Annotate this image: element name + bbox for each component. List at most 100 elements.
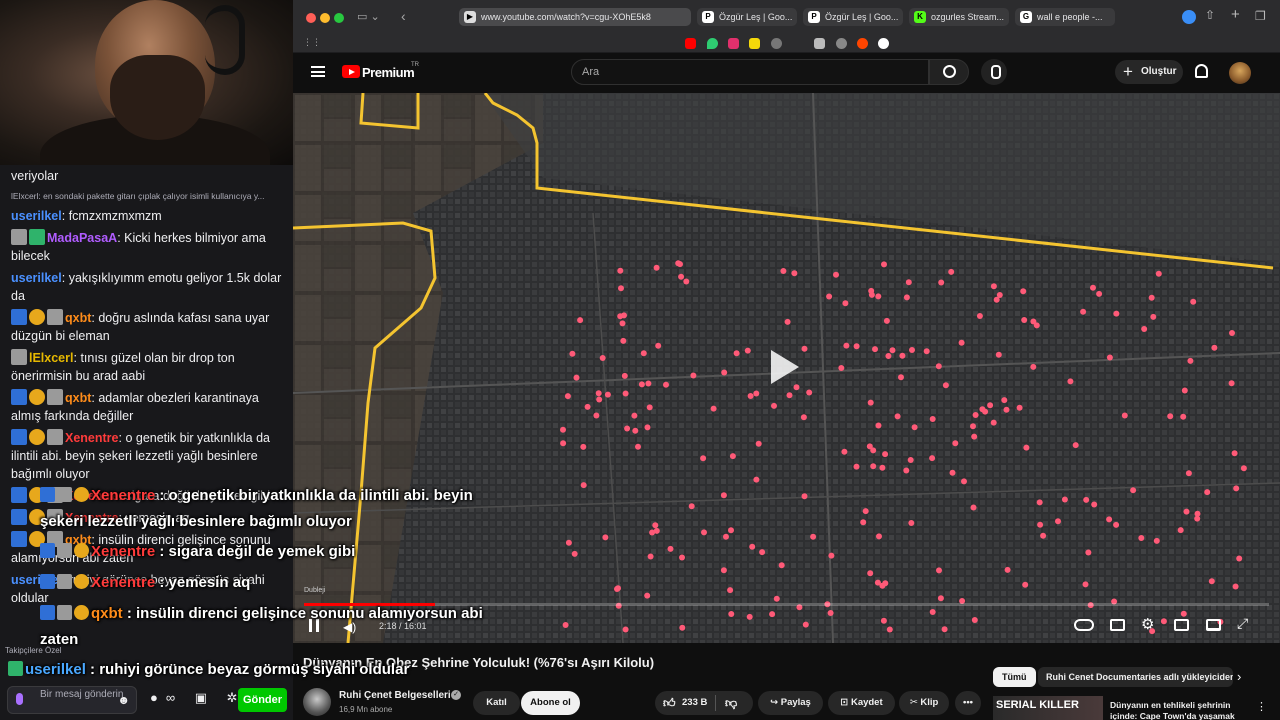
menu-icon[interactable] <box>311 66 325 77</box>
cast-icon[interactable] <box>1206 619 1221 631</box>
like-icon[interactable]: 👍︎ <box>663 691 676 715</box>
map-pin-marker <box>584 403 591 410</box>
chat-username[interactable]: userilkel <box>11 209 62 223</box>
map-pin-marker <box>894 413 901 420</box>
instagram-fav-icon[interactable] <box>728 38 739 49</box>
map-pin-marker <box>929 609 936 615</box>
chat-username[interactable]: qxbt <box>65 311 91 325</box>
close-window-button[interactable] <box>306 13 316 23</box>
play-icon[interactable] <box>744 338 820 396</box>
like-dislike-group[interactable]: 👍︎ 233 B 👎︎ <box>655 691 753 715</box>
tab-2[interactable]: P Özgür Leş | Goo... <box>803 8 903 26</box>
blue-badge-icon[interactable] <box>11 531 27 547</box>
chat-username[interactable]: qxbt <box>65 391 91 405</box>
map-pin-marker <box>870 463 877 470</box>
youtube-fav-icon[interactable] <box>685 38 696 49</box>
grid-icon[interactable]: ⋮⋮ <box>303 37 321 48</box>
chip-all[interactable]: Tümü <box>993 667 1036 687</box>
recommended-thumbnail[interactable]: SERIAL KILLER <box>993 696 1103 720</box>
gray-badge-icon[interactable] <box>47 389 63 405</box>
blue-badge-icon[interactable] <box>11 389 27 405</box>
clip-button[interactable]: ✂ Klip <box>899 691 949 715</box>
chevron-right-icon[interactable]: › <box>1237 669 1241 684</box>
gold-badge-icon[interactable] <box>29 309 45 325</box>
green-badge-icon[interactable] <box>29 229 45 245</box>
reddit-fav-icon[interactable] <box>857 38 868 49</box>
share-icon[interactable]: ⇧ <box>1205 8 1215 22</box>
chat-username[interactable]: Xenentre <box>65 431 119 445</box>
tab-4[interactable]: G wall e people -... <box>1015 8 1115 26</box>
blue-badge-icon[interactable] <box>11 429 27 445</box>
globe2-fav-icon[interactable] <box>836 38 847 49</box>
more-vert-icon[interactable]: ⋮ <box>1256 700 1267 713</box>
chip-uploader[interactable]: Ruhi Cenet Documentaries adlı yükleyicid… <box>1038 667 1233 687</box>
save-button[interactable]: ⊡ Kaydet <box>828 691 895 715</box>
soccer-fav-icon[interactable] <box>878 38 889 49</box>
send-button[interactable]: Gönder <box>238 688 287 712</box>
dislike-icon[interactable]: 👎︎ <box>725 691 737 715</box>
share-label: Paylaş <box>780 697 811 708</box>
map-pin-marker <box>1055 518 1061 525</box>
join-button[interactable]: Katıl <box>473 691 520 715</box>
gold-badge-icon <box>74 487 89 502</box>
blue-badge-icon <box>40 487 55 502</box>
voice-search-button[interactable] <box>981 59 1007 85</box>
create-button[interactable]: + Oluştur <box>1115 60 1183 84</box>
sidebar-icon[interactable]: ▭ ⌄ <box>357 10 380 23</box>
search-button[interactable] <box>929 59 969 85</box>
subscribe-button[interactable]: Abone ol <box>521 691 580 715</box>
minimize-window-button[interactable] <box>320 13 330 23</box>
back-icon[interactable]: ‹ <box>401 8 406 24</box>
map-pin-marker <box>604 391 611 398</box>
gray-badge-icon[interactable] <box>11 229 27 245</box>
gray-badge-icon[interactable] <box>47 309 63 325</box>
gray-badge-icon[interactable] <box>11 349 27 365</box>
subtitles-icon[interactable] <box>1110 619 1125 631</box>
youtube-logo-icon[interactable] <box>342 65 360 78</box>
fullscreen-icon[interactable]: ⤢ <box>1237 615 1248 632</box>
map-pin-marker <box>1183 508 1190 515</box>
gold-badge-icon[interactable] <box>29 429 45 445</box>
chat-input[interactable]: Bir mesaj gönderin ☻ <box>7 686 137 714</box>
share-button[interactable]: ↪ Paylaş <box>758 691 823 715</box>
chat-username[interactable]: MadaPasaA <box>47 231 117 245</box>
gray-badge-icon[interactable] <box>47 429 63 445</box>
globe-fav-icon[interactable] <box>771 38 782 49</box>
autoplay-toggle-icon[interactable] <box>1074 619 1094 631</box>
map-pin-marker <box>1138 535 1145 541</box>
more-actions-button[interactable]: ••• <box>955 691 981 715</box>
settings-icon[interactable]: ⚙ <box>1141 615 1154 633</box>
drop-fav-icon[interactable] <box>707 38 718 49</box>
map-pin-marker <box>644 424 651 431</box>
blue-badge-icon[interactable] <box>11 509 27 525</box>
video-player[interactable]: Dubleji ◀) 2:18 / 16:01 ⚙ ⤢ <box>293 93 1280 643</box>
tab-overview-icon[interactable]: ❐ <box>1255 9 1266 23</box>
new-tab-icon[interactable]: + <box>1231 6 1240 23</box>
blue-badge-icon[interactable] <box>11 487 27 503</box>
notifications-icon[interactable] <box>1195 64 1208 78</box>
extension-icon[interactable] <box>1182 10 1196 24</box>
map-pin-marker <box>885 353 892 359</box>
recommended-title[interactable]: Dünyanın en tehlikeli şehrinin içinde: C… <box>1110 700 1255 720</box>
map-pin-marker <box>677 261 683 268</box>
search-input[interactable]: Ara <box>571 59 929 85</box>
map-pin-marker <box>599 355 606 361</box>
channel-avatar[interactable] <box>303 688 331 716</box>
chat-toolbar-icons[interactable]: ●∞ ▣ ✲ <box>150 690 246 706</box>
logo-text[interactable]: Premium <box>362 65 415 80</box>
bookmark-fav-icon[interactable] <box>749 38 760 49</box>
chat-username[interactable]: userilkel <box>11 271 62 285</box>
maximize-window-button[interactable] <box>334 13 344 23</box>
account-avatar[interactable] <box>1229 62 1251 84</box>
channel-name[interactable]: Ruhi Çenet Belgeselleri <box>339 690 451 701</box>
miniplayer-icon[interactable] <box>1174 619 1189 631</box>
f-fav-icon[interactable] <box>814 38 825 49</box>
tab-3[interactable]: K ozgurles Stream... <box>909 8 1009 26</box>
tab-1[interactable]: P Özgür Leş | Goo... <box>697 8 797 26</box>
map-pin-marker <box>961 478 967 485</box>
blue-badge-icon[interactable] <box>11 309 27 325</box>
emote-icon[interactable]: ☻ <box>117 693 130 707</box>
tab-youtube[interactable]: ▶ www.youtube.com/watch?v=cgu-XOhE5k8 <box>459 8 691 26</box>
chat-username[interactable]: lElxcerl <box>29 351 73 365</box>
gold-badge-icon[interactable] <box>29 389 45 405</box>
